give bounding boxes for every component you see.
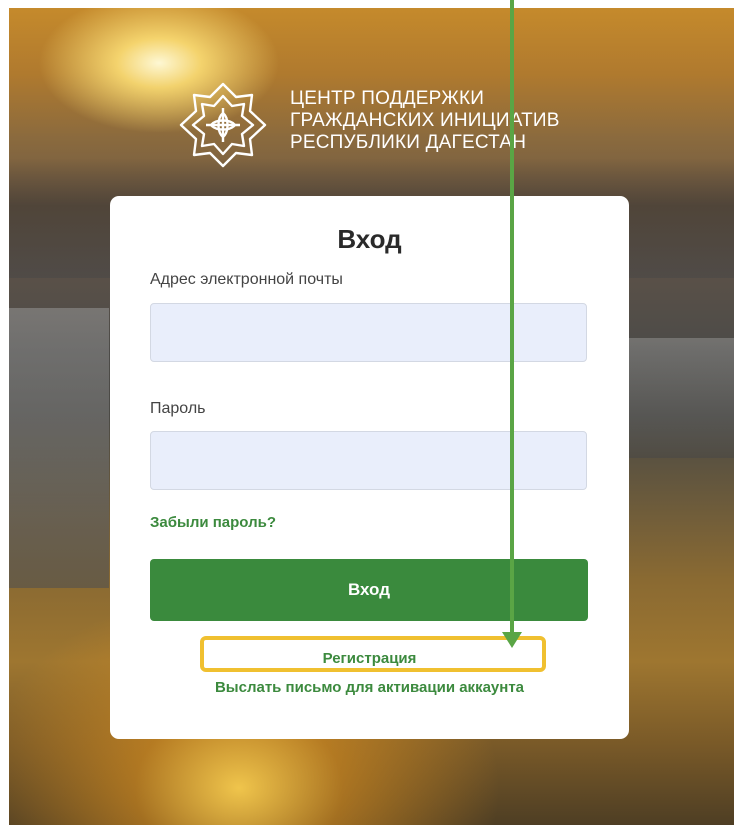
send-activation-link[interactable]: Выслать письмо для активации аккаунта	[110, 679, 629, 696]
email-field[interactable]	[150, 303, 587, 362]
login-title: Вход	[337, 224, 402, 254]
org-name-line-2: ГРАЖДАНСКИХ ИНИЦИАТИВ	[290, 110, 560, 131]
ornament-logo-icon	[179, 82, 267, 168]
background-city-right	[624, 338, 734, 458]
background-city-left	[9, 308, 109, 588]
org-name: ЦЕНТР ПОДДЕРЖКИ ГРАЖДАНСКИХ ИНИЦИАТИВ РЕ…	[290, 88, 560, 154]
register-highlight-box	[200, 636, 546, 672]
password-field[interactable]	[150, 431, 587, 490]
org-name-line-1: ЦЕНТР ПОДДЕРЖКИ	[290, 88, 485, 109]
forgot-password-link[interactable]: Забыли пароль?	[150, 514, 276, 531]
login-button[interactable]: Вход	[150, 559, 588, 621]
org-name-line-3: РЕСПУБЛИКИ ДАГЕСТАН	[290, 132, 527, 153]
password-label: Пароль	[150, 400, 206, 417]
email-label: Адрес электронной почты	[150, 271, 343, 288]
annotation-arrow-line	[510, 0, 514, 636]
arrow-down-icon	[502, 632, 522, 648]
